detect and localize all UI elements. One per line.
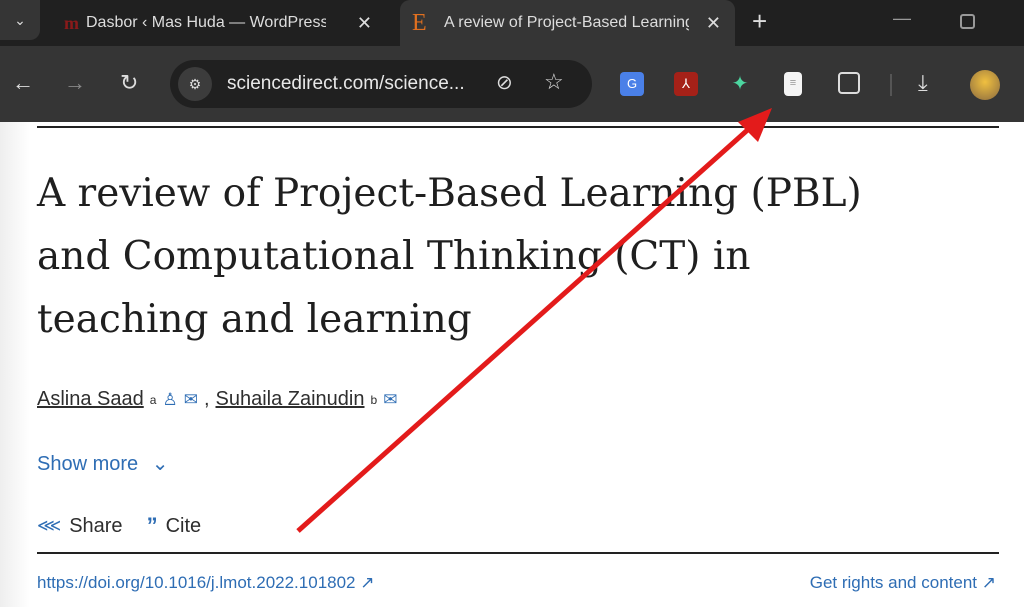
show-more-button[interactable]: Show more ⌄: [37, 451, 168, 476]
author-link[interactable]: Aslina Saad: [37, 388, 144, 411]
close-tab-icon[interactable]: ✕: [706, 13, 721, 34]
download-icon[interactable]: ⤓: [918, 70, 928, 96]
person-icon[interactable]: ♙: [162, 390, 177, 410]
author-list: Aslina Saad a ♙ ✉ , Suhaila Zainudin b ✉: [37, 388, 397, 411]
new-tab-button[interactable]: +: [752, 6, 767, 37]
profile-avatar[interactable]: [970, 70, 1000, 100]
bookmark-star-icon[interactable]: ☆: [544, 69, 564, 95]
affiliation-sup[interactable]: b: [371, 393, 378, 407]
tab-bar: ⌄ m Dasbor ‹ Mas Huda — WordPress ✕ E A …: [0, 0, 1024, 46]
elsevier-favicon-icon: E: [412, 9, 427, 36]
title-line: teaching and learning: [37, 297, 472, 342]
author-link[interactable]: Suhaila Zainudin: [216, 388, 365, 411]
minimize-button[interactable]: —: [893, 8, 911, 29]
tab-label: Dasbor ‹ Mas Huda — WordPress: [86, 14, 326, 31]
bottom-divider: [37, 552, 999, 554]
browser-toolbar: ← → ↻ ⚙ sciencedirect.com/science... ⊘ ☆…: [0, 46, 1024, 122]
top-divider: [37, 126, 999, 128]
tab-search-button[interactable]: ⌄: [0, 0, 40, 40]
reload-button[interactable]: ↻: [120, 70, 138, 96]
forward-button[interactable]: →: [64, 70, 86, 96]
chevron-down-icon: ⌄: [151, 453, 169, 475]
wordpress-favicon-icon: m: [64, 12, 79, 33]
rights-link[interactable]: Get rights and content ↗: [810, 573, 996, 593]
title-line: A review of Project-Based Learning (PBL): [37, 171, 862, 216]
site-settings-icon[interactable]: ⚙: [178, 67, 212, 101]
rights-text[interactable]: Get rights and content: [810, 573, 977, 592]
external-link-icon: ↗: [360, 573, 375, 592]
extension-creature-icon[interactable]: ✦: [728, 72, 752, 96]
acrobat-icon[interactable]: ⅄: [674, 72, 698, 96]
title-line: and Computational Thinking (CT) in: [37, 234, 751, 279]
show-more-label: Show more: [37, 453, 139, 475]
page-edge: [0, 122, 30, 607]
maximize-button[interactable]: [960, 14, 975, 29]
url-text[interactable]: sciencedirect.com/science...: [227, 73, 465, 95]
article-actions: ⋘ Share ” Cite: [37, 513, 201, 539]
document-extension-icon[interactable]: ≡: [784, 72, 802, 96]
google-translate-icon[interactable]: G: [620, 72, 644, 96]
email-icon[interactable]: ✉: [184, 390, 198, 410]
author-separator: ,: [203, 388, 210, 410]
email-icon[interactable]: ✉: [383, 390, 397, 410]
share-icon[interactable]: ⋘: [37, 516, 61, 536]
close-tab-icon[interactable]: ✕: [357, 13, 372, 34]
affiliation-sup[interactable]: a: [150, 393, 157, 407]
quote-icon[interactable]: ”: [147, 513, 158, 539]
cite-button[interactable]: Cite: [166, 515, 202, 538]
tab-label: A review of Project-Based Learning: [444, 14, 689, 31]
eye-off-icon[interactable]: ⊘: [496, 70, 513, 95]
external-link-icon: ↗: [981, 573, 996, 592]
tab-wordpress[interactable]: m Dasbor ‹ Mas Huda — WordPress ✕: [56, 0, 386, 46]
article-page: A review of Project-Based Learning (PBL)…: [0, 122, 1024, 607]
extensions-puzzle-icon[interactable]: [838, 72, 860, 94]
address-bar[interactable]: ⚙ sciencedirect.com/science... ⊘ ☆: [170, 60, 592, 108]
doi-link[interactable]: https://doi.org/10.1016/j.lmot.2022.1018…: [37, 573, 375, 593]
back-button[interactable]: ←: [12, 70, 34, 96]
doi-text[interactable]: https://doi.org/10.1016/j.lmot.2022.1018…: [37, 573, 356, 592]
toolbar-divider: [890, 74, 892, 96]
share-button[interactable]: Share: [69, 515, 122, 538]
article-title: A review of Project-Based Learning (PBL)…: [37, 162, 862, 351]
tab-sciencedirect[interactable]: E A review of Project-Based Learning ✕: [400, 0, 735, 46]
